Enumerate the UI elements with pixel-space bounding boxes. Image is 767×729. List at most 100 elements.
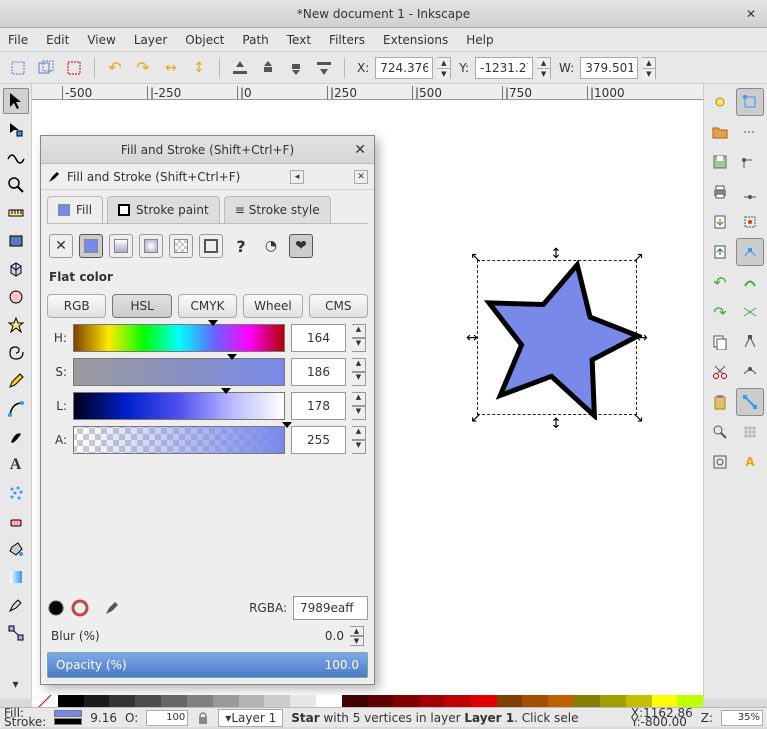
opacity-slider[interactable]: Opacity (%) 100.0 [47, 652, 368, 678]
select-all-icon[interactable] [6, 56, 30, 80]
menu-view[interactable]: View [87, 33, 115, 47]
zoom-draw-icon[interactable] [706, 448, 734, 476]
raise-icon[interactable] [256, 56, 280, 80]
s-value[interactable]: 186 [291, 358, 346, 386]
menu-text[interactable]: Text [287, 33, 311, 47]
a-slider[interactable] [73, 426, 285, 454]
l-value[interactable]: 178 [291, 392, 346, 420]
mode-hsl[interactable]: HSL [112, 294, 171, 318]
menu-path[interactable]: Path [242, 33, 268, 47]
opacity-status-input[interactable] [146, 710, 188, 726]
spiral-tool[interactable] [3, 340, 29, 366]
s-slider[interactable] [73, 358, 285, 386]
menu-filters[interactable]: Filters [329, 33, 365, 47]
wheel-icon[interactable] [47, 599, 65, 617]
eraser-tool[interactable] [3, 508, 29, 534]
select-layers-icon[interactable] [34, 56, 58, 80]
menu-extensions[interactable]: Extensions [383, 33, 448, 47]
cut-icon[interactable] [706, 358, 734, 386]
snap-others-icon[interactable] [736, 388, 764, 416]
tab-stroke-style[interactable]: ≡Stroke style [224, 196, 331, 223]
s-spinner[interactable]: ▲▼ [352, 358, 366, 386]
snap-bbox-icon[interactable] [736, 88, 764, 116]
zoom-tool[interactable] [3, 172, 29, 198]
snap-smooth-icon[interactable] [736, 358, 764, 386]
snap-intersect-icon[interactable] [736, 298, 764, 326]
mode-wheel[interactable]: Wheel [243, 294, 302, 318]
paint-unset-icon[interactable]: ◔ [259, 234, 283, 258]
zoom-input[interactable] [721, 710, 763, 726]
dialog-minimize-icon[interactable]: ◂ [290, 170, 304, 184]
snap-cusp-icon[interactable] [736, 328, 764, 356]
l-slider[interactable] [73, 392, 285, 420]
snap-enable-icon[interactable] [706, 88, 734, 116]
snap-text-icon[interactable]: A [736, 448, 764, 476]
flip-h-icon[interactable]: ↔ [159, 56, 183, 80]
copy-icon[interactable] [706, 328, 734, 356]
raise-top-icon[interactable] [228, 56, 252, 80]
lower-icon[interactable] [284, 56, 308, 80]
a-value[interactable]: 255 [291, 426, 346, 454]
dialog-close-icon[interactable]: ✕ [354, 142, 366, 158]
y-input[interactable] [475, 57, 533, 79]
a-spinner[interactable]: ▲▼ [352, 426, 366, 454]
h-slider[interactable] [73, 324, 285, 352]
undo-icon[interactable]: ↶ [706, 268, 734, 296]
tweak-tool[interactable] [3, 144, 29, 170]
star-object[interactable] [477, 255, 642, 420]
rotate-ccw-icon[interactable]: ↶ [103, 56, 127, 80]
snap-path-icon[interactable] [736, 268, 764, 296]
circle-tool[interactable] [3, 284, 29, 310]
snap-midpoint-icon[interactable] [736, 178, 764, 206]
ring-icon[interactable] [71, 599, 89, 617]
h-value[interactable]: 164 [291, 324, 346, 352]
menu-file[interactable]: File [8, 33, 28, 47]
export-icon[interactable] [706, 238, 734, 266]
paint-lgrad-icon[interactable] [109, 234, 133, 258]
paint-unknown-icon[interactable]: ? [229, 234, 253, 258]
x-spinner[interactable]: ▲▼ [437, 57, 451, 79]
blur-spinner[interactable]: ▲▼ [350, 626, 364, 646]
color-palette[interactable] [32, 695, 703, 707]
w-input[interactable] [580, 57, 638, 79]
layer-selector[interactable]: ▾Layer 1 [218, 709, 283, 727]
paint-rgrad-icon[interactable] [139, 234, 163, 258]
snap-edge-icon[interactable] [736, 118, 764, 146]
paint-pattern-icon[interactable] [169, 234, 193, 258]
close-icon[interactable]: ✕ [743, 6, 759, 22]
paint-flat-icon[interactable] [79, 234, 103, 258]
stroke-swatch[interactable] [54, 718, 82, 725]
h-spinner[interactable]: ▲▼ [352, 324, 366, 352]
dialog-detach-icon[interactable]: ✕ [354, 170, 368, 184]
pencil-tool[interactable] [3, 368, 29, 394]
deselect-icon[interactable] [62, 56, 86, 80]
redo-icon[interactable]: ↷ [706, 298, 734, 326]
lower-bottom-icon[interactable] [312, 56, 336, 80]
x-input[interactable] [375, 57, 433, 79]
menu-help[interactable]: Help [466, 33, 493, 47]
blur-value[interactable]: 0.0 [325, 629, 344, 643]
spray-tool[interactable] [3, 480, 29, 506]
chevron-down-icon[interactable]: ▾ [3, 673, 29, 699]
dialog-titlebar[interactable]: Fill and Stroke (Shift+Ctrl+F) ✕ [41, 136, 374, 164]
dropper-tool[interactable] [3, 592, 29, 618]
paste-icon[interactable] [706, 388, 734, 416]
stroke-width[interactable]: 9.16 [90, 711, 117, 725]
save-icon[interactable] [706, 148, 734, 176]
fill-swatch[interactable] [54, 710, 82, 717]
open-icon[interactable] [706, 118, 734, 146]
w-spinner[interactable]: ▲▼ [642, 57, 656, 79]
paint-swatch-icon[interactable] [199, 234, 223, 258]
tab-stroke-paint[interactable]: Stroke paint [107, 196, 220, 223]
lock-icon[interactable] [196, 711, 210, 725]
tab-fill[interactable]: Fill [47, 196, 103, 223]
l-spinner[interactable]: ▲▼ [352, 392, 366, 420]
rotate-cw-icon[interactable]: ↷ [131, 56, 155, 80]
paint-mesh-icon[interactable]: ❤ [289, 234, 313, 258]
3dbox-tool[interactable] [3, 256, 29, 282]
selector-tool[interactable] [3, 88, 29, 114]
dropper-icon[interactable] [103, 599, 121, 617]
fill-stroke-dialog[interactable]: Fill and Stroke (Shift+Ctrl+F) ✕ Fill an… [40, 135, 375, 685]
y-spinner[interactable]: ▲▼ [537, 57, 551, 79]
rect-tool[interactable] [3, 228, 29, 254]
